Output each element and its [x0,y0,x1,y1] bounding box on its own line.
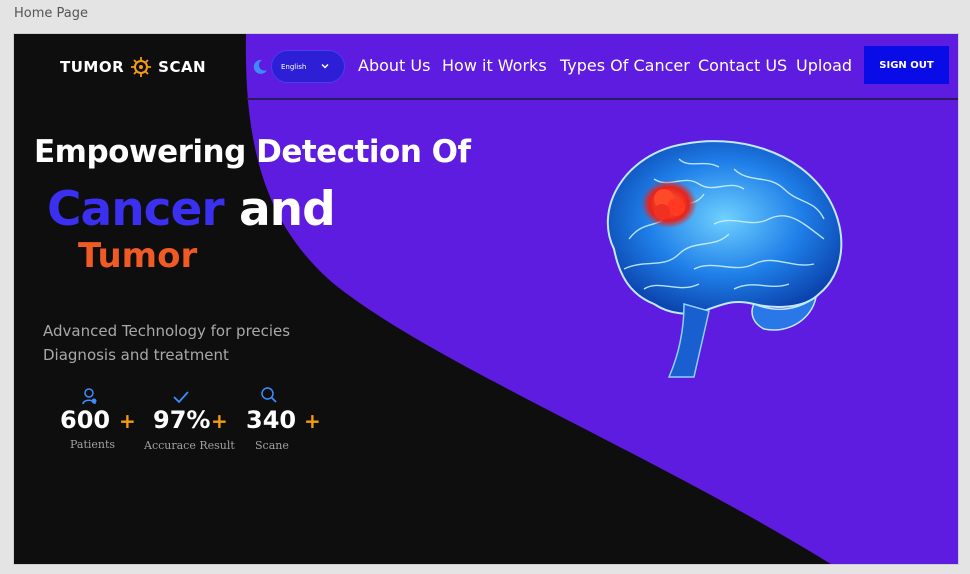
hero-accent-word: Cancer [47,182,225,237]
logo-text-right: SCAN [158,58,207,76]
nav-upload[interactable]: Upload [796,56,852,75]
stat-label: Scane [255,439,289,452]
hero-description: Advanced Technology for precies Diagnosi… [43,322,291,364]
brain-scan-image [606,140,843,378]
tumor-logo-icon [131,57,152,77]
nav-about-us[interactable]: About Us [358,56,430,75]
hero-subheadline: Cancer and [47,182,336,237]
patient-icon [82,388,97,405]
frame-title: Home Page [14,6,88,21]
stat-plus: + [304,409,321,433]
hero-headline: Empowering Detection Of [34,134,471,170]
stat-value: 600 [60,406,111,434]
nav-contact-us[interactable]: Contact US [698,56,787,75]
language-label: English [281,62,307,71]
stat-value: 97% [153,406,211,434]
hero-connector-word: and [238,182,336,237]
stat-label: Accurace Result [144,439,235,452]
navbar-divider [247,98,958,100]
top-navbar: TUMOR SCAN English About Us How it Works… [14,34,958,98]
chevron-down-icon [321,63,329,69]
logo[interactable]: TUMOR SCAN [60,54,206,80]
stat-value: 340 [246,406,297,434]
moon-icon[interactable] [252,59,268,75]
check-icon [173,391,189,404]
nav-types-of-cancer[interactable]: Types Of Cancer [560,56,690,75]
hero-tumor-word: Tumor [78,236,198,276]
home-page-artboard: TUMOR SCAN English About Us How it Works… [13,33,959,565]
search-icon [261,387,277,403]
stat-plus: + [211,409,228,433]
stat-plus: + [119,409,136,433]
sign-out-button[interactable]: SIGN OUT [864,46,949,84]
logo-text-left: TUMOR [60,58,125,76]
language-select[interactable]: English [271,50,345,83]
nav-how-it-works[interactable]: How it Works [442,56,547,75]
stat-label: Patients [70,438,116,451]
